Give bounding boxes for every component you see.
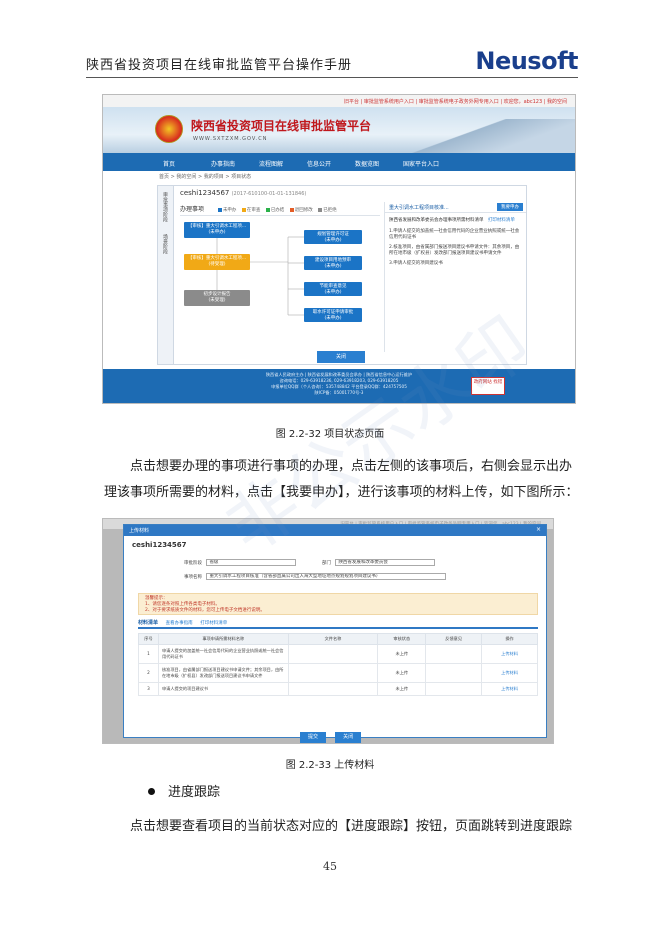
upload-material-link[interactable]: 上传材料: [481, 644, 538, 664]
breadcrumb: 首页 > 我的空间 > 我的项目 > 项目状态: [159, 174, 252, 180]
upload-material-link[interactable]: 上传材料: [481, 682, 538, 696]
material-tabs: 材料清单 查看办事指南 打印材料清单: [138, 619, 538, 629]
modal-buttons: 提交 关闭: [300, 723, 365, 743]
dept-row: 部门 陕西省发展和改革委员会: [322, 559, 436, 566]
gov-site-badge[interactable]: 政府网站 找错: [471, 377, 505, 395]
materials-header: 重大引调水工程项目核准... 我要申办: [385, 202, 526, 213]
approval-stage-row: 审批阶段 省级: [184, 559, 297, 566]
site-footer: 陕西省人民政府主办 | 陕西省发展和改革委员会承办 | 陕西省信息中心运行维护 …: [103, 369, 575, 403]
close-button[interactable]: 关闭: [335, 732, 362, 743]
row-file-name: [287, 663, 379, 683]
material-item: 3.申请人提交的项目建议书: [389, 261, 443, 266]
row-feedback: [425, 682, 483, 696]
upload-modal: 上传材料 × ceshi1234567 审批阶段 省级 部门 陕西省发展和改革委…: [123, 524, 547, 743]
modal-title: 上传材料: [129, 528, 150, 534]
figure-caption-2: 图 2.2-33 上传材料: [285, 760, 375, 771]
row-feedback: [425, 663, 483, 683]
table-row: 3 申请人提交的项目建议书 未上传 上传材料: [138, 682, 538, 696]
notice-line: 2、对于要求纸质文件的材料，您可上传电子文档进行说明。: [145, 608, 265, 613]
row-material-name: 申请人提交的项目建议书: [157, 682, 289, 696]
print-list-link[interactable]: 打印材料清单: [488, 218, 515, 223]
materials-subtitle: 陕西省发展和改革委员会办理事项所需材料清单 打印材料清单: [385, 213, 526, 227]
col-review-status: 审核状态: [377, 633, 427, 645]
bullet-icon: [148, 788, 155, 795]
item-name-row: 事项名称 重大引调水工程项目核准（含省部直属公司出入海大型地址地点规划规划项目建…: [184, 573, 447, 580]
top-links-bar[interactable]: 旧平台 | 审批监管系统用户入口 | 审批监管系统电子政务外网专用入口 | 欢迎…: [103, 95, 575, 107]
apply-button[interactable]: 我要申办: [497, 203, 523, 211]
site-name: 陕西省投资项目在线审批监管平台: [191, 119, 372, 133]
col-action: 操作: [481, 633, 538, 645]
page-header: 陕西省投资项目在线审批监管平台操作手册 Neusoft: [86, 47, 578, 78]
row-no: 2: [138, 663, 159, 683]
row-no: 1: [138, 644, 159, 664]
nav-home[interactable]: 首页: [163, 153, 211, 171]
col-feedback: 反馈意见: [425, 633, 483, 645]
dept-select[interactable]: 陕西省发展和改革委员会: [335, 559, 436, 566]
material-item: 1.申请人提交的加盖统一社会信用代码的企业营业执照或统一社会信用代码证书: [389, 229, 520, 240]
approval-stage-select[interactable]: 省级: [206, 559, 297, 566]
flow-connectors: [216, 236, 304, 316]
submit-button[interactable]: 提交: [300, 732, 326, 743]
mountain-illustration: [395, 119, 575, 153]
view-guide-link[interactable]: 查看办事指南: [166, 621, 193, 626]
table-row: 1 申请人提交的加盖统一社会信用代码的企业营业执照或统一社会信用代码证书 未上传…: [138, 644, 538, 664]
paragraph-1: 点击想要办理的事项进行事项的办理，点击左侧的该事项后，右侧会显示出办理该事项所需…: [104, 459, 579, 500]
row-material-name: 核准项目，由省属部门报送项目建议书申请文件；其余项目，由所在地市级（扩权县）发改…: [157, 663, 289, 683]
project-status-panel: 审批事项阶段 场景阶段 ceshi1234567 (2017-610100-01…: [157, 185, 527, 365]
close-button[interactable]: 关闭: [317, 351, 365, 363]
close-icon[interactable]: ×: [536, 526, 541, 533]
approval-stage-label: 审批阶段: [184, 561, 202, 566]
item-name-label: 事项名称: [184, 575, 202, 580]
paragraph-2: 点击想要查看项目的当前状态对应的【进度跟踪】按钮，页面跳转到进度跟踪: [130, 819, 573, 834]
row-no: 3: [138, 682, 159, 696]
nav-guide[interactable]: 办事指南: [211, 153, 259, 171]
bullet-heading: 进度跟踪: [168, 785, 221, 800]
upload-notice: 温馨提示： 1、请您逐条对照上传各类电子材料。 2、对于要求纸质文件的材料，您可…: [138, 593, 538, 615]
col-no: 序号: [138, 633, 159, 645]
row-status: 未上传: [377, 644, 427, 664]
tab-material-list[interactable]: 材料清单: [138, 620, 158, 626]
col-material-name: 事项申请所需材料名称: [157, 633, 289, 645]
print-list-link[interactable]: 打印材料清单: [200, 621, 227, 626]
nav-flow[interactable]: 流程图解: [259, 153, 307, 171]
modal-project-title: ceshi1234567: [132, 541, 187, 549]
material-item: 2.核准项目，由省属部门报送项目建议书申请文件：其余项目，由所在地市级（扩权县）…: [389, 245, 520, 256]
row-file-name: [287, 644, 379, 664]
screenshot-project-status: 旧平台 | 审批监管系统用户入口 | 审批监管系统电子政务外网专用入口 | 欢迎…: [102, 94, 576, 404]
table-row: 2 核准项目，由省属部门报送项目建议书申请文件；其余项目，由所在地市级（扩权县）…: [138, 663, 538, 683]
table-header-row: 序号 事项申请所需材料名称 文件名称 审核状态 反馈意见 操作: [138, 633, 538, 645]
materials-table: 序号 事项申请所需材料名称 文件名称 审核状态 反馈意见 操作 1 申请人提交的…: [138, 633, 538, 696]
nav-data[interactable]: 数据览图: [355, 153, 403, 171]
row-file-name: [287, 682, 379, 696]
dept-label: 部门: [322, 561, 331, 566]
site-banner: 陕西省投资项目在线审批监管平台 WWW.SXTZXM.GOV.CN: [103, 107, 575, 153]
national-emblem-icon: [155, 115, 183, 143]
nav-info[interactable]: 信息公开: [307, 153, 355, 171]
row-status: 未上传: [377, 682, 427, 696]
materials-subtitle-text: 陕西省发展和改革委员会办理事项所需材料清单: [389, 218, 484, 223]
page-number: 45: [323, 860, 337, 873]
manual-title: 陕西省投资项目在线审批监管平台操作手册: [86, 58, 353, 73]
figure-caption-1: 图 2.2-32 项目状态页面: [275, 429, 385, 440]
col-file-name: 文件名称: [287, 633, 379, 645]
upload-material-link[interactable]: 上传材料: [481, 663, 538, 683]
nav-national[interactable]: 国家平台入口: [403, 153, 451, 171]
site-url: WWW.SXTZXM.GOV.CN: [193, 136, 268, 142]
screenshot-upload-materials: 旧平台 | 审批监管系统用户入口 | 审批监管系统电子政务外网专用入口 | 欢迎…: [102, 518, 554, 744]
row-status: 未上传: [377, 663, 427, 683]
row-feedback: [425, 644, 483, 664]
materials-item-title: 重大引调水工程项目核准...: [389, 205, 449, 211]
row-material-name: 申请人提交的加盖统一社会信用代码的企业营业执照或统一社会信用代码证书: [157, 644, 289, 664]
item-name-select[interactable]: 重大引调水工程项目核准（含省部直属公司出入海大型地址地点规划规划项目建议书）: [206, 573, 447, 580]
materials-panel: 重大引调水工程项目核准... 我要申办 陕西省发展和改革委员会办理事项所需材料清…: [384, 202, 526, 352]
main-nav: 首页 办事指南 流程图解 信息公开 数据览图 国家平台入口: [103, 153, 575, 171]
neusoft-logo: Neusoft: [475, 47, 578, 75]
modal-title-bar: 上传材料 ×: [124, 525, 546, 536]
